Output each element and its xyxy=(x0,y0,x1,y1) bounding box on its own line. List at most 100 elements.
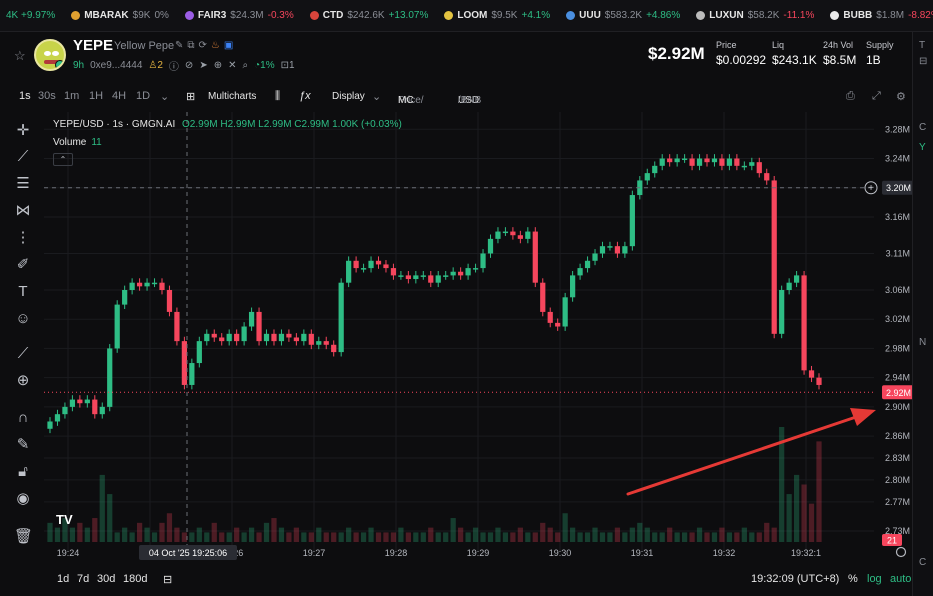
crosshair-price-label: 3.20M xyxy=(886,183,911,193)
volume-bar xyxy=(517,527,523,542)
contract-address[interactable]: 0xe9...4444 xyxy=(90,60,142,71)
fib-icon[interactable]: ⋮ xyxy=(14,229,32,247)
telegram-icon[interactable]: ➤ xyxy=(199,60,207,71)
ticker-item[interactable]: BUBB$1.8M-8.82% xyxy=(824,10,933,21)
candle-body xyxy=(540,282,546,312)
zoom-icon[interactable]: ⊕ xyxy=(14,372,32,390)
ruler-icon[interactable]: ⟋ xyxy=(14,345,32,363)
lock-drawings-icon[interactable]: ✎ xyxy=(14,436,32,454)
volume-bar xyxy=(234,527,240,542)
brush-icon[interactable]: ✐ xyxy=(14,256,32,274)
volume-bar xyxy=(607,532,613,542)
price-stat: Price $0.00292 xyxy=(716,40,767,67)
copy-icon[interactable]: ⧉ xyxy=(187,40,194,51)
date-range-icon[interactable]: ⊟ xyxy=(163,573,172,586)
ticker-mc: $583.2K xyxy=(604,10,643,21)
interval-1m[interactable]: 1m xyxy=(64,90,79,102)
ticker-item[interactable]: 4K +9.97% xyxy=(0,10,65,21)
multicharts-button[interactable]: Multicharts xyxy=(208,91,256,102)
interval-1s[interactable]: 1s xyxy=(19,90,31,102)
range-30d[interactable]: 30d xyxy=(97,573,115,585)
volume-bar xyxy=(368,527,374,542)
price-chart[interactable]: 3.28M 3.24M 3.20M 3.16M 3.11M 3.06M 3.02M 2.98M… xyxy=(44,112,919,572)
fullscreen-icon[interactable]: ⤢ xyxy=(872,90,881,103)
ticker-item[interactable]: CTD $242.6K +13.07% xyxy=(304,10,439,21)
magnet-icon[interactable]: ∩ xyxy=(14,409,32,427)
volume-bar xyxy=(734,532,740,542)
candle-body xyxy=(577,268,583,276)
ticker-item[interactable]: UUU $583.2K +4.86% xyxy=(560,10,690,21)
percent-toggle[interactable]: % xyxy=(848,573,858,585)
candle-body xyxy=(779,290,785,334)
right-panel-letter: C xyxy=(919,122,927,133)
screenshot-icon[interactable]: ⎙ xyxy=(846,90,855,103)
search-icon[interactable]: ⌕ xyxy=(242,60,248,71)
candle-body xyxy=(771,180,777,334)
range-1d[interactable]: 1d xyxy=(57,573,69,585)
interval-30s[interactable]: 30s xyxy=(38,90,56,102)
text-icon[interactable]: T xyxy=(14,283,32,301)
x-tick-label: 19:31 xyxy=(631,548,654,558)
volume-bar xyxy=(151,532,158,542)
candle-body xyxy=(629,195,635,247)
pattern-icon[interactable]: ⋈ xyxy=(14,202,32,220)
interval-1h[interactable]: 1H xyxy=(89,90,103,102)
candle-body xyxy=(734,158,740,166)
interval-dropdown-icon[interactable]: ⌄ xyxy=(160,90,169,103)
display-dropdown[interactable]: Display xyxy=(332,91,365,102)
visibility-eye-icon[interactable]: ◉ xyxy=(14,490,32,508)
favorite-star-icon[interactable]: ☆ xyxy=(14,48,26,64)
trash-icon[interactable]: 🗑︎ xyxy=(14,528,33,546)
legend-symbol: YEPE/USD · 1s · GMGN.AI xyxy=(53,119,176,130)
ticker-item[interactable]: LUXUN $58.2K -11.1% xyxy=(690,10,824,21)
candle-body xyxy=(234,333,240,342)
volume-bar xyxy=(644,527,650,542)
volume-bar xyxy=(219,532,225,542)
edit-icon[interactable]: ✎ xyxy=(175,40,183,51)
x-tick-label: 19:30 xyxy=(549,548,572,558)
range-7d[interactable]: 7d xyxy=(77,573,89,585)
share-icon[interactable]: ⟳ xyxy=(199,40,207,51)
volume-bar xyxy=(525,532,531,542)
emoji-icon[interactable]: ☺ xyxy=(14,310,32,328)
interval-1d[interactable]: 1D xyxy=(136,90,150,102)
interval-4h[interactable]: 4H xyxy=(112,90,126,102)
x-tick-label: 19:24 xyxy=(57,548,80,558)
warning-icon[interactable]: ⓘ xyxy=(169,58,179,73)
panel-toggle-icon[interactable]: ⊟ xyxy=(919,56,927,67)
add-chart-icon[interactable]: ⊞ xyxy=(186,90,195,103)
token-avatar-icon xyxy=(830,11,840,20)
ticker-item[interactable]: FAIR3 $24.3M -0.3% xyxy=(179,10,304,21)
trendline-icon[interactable]: ⟋ xyxy=(14,148,32,166)
log-toggle[interactable]: log xyxy=(867,573,882,585)
candle-body xyxy=(622,246,628,254)
volume-bar xyxy=(771,527,777,542)
indicators-icon[interactable]: ƒx xyxy=(299,90,311,102)
website-icon[interactable]: ⊕ xyxy=(214,60,222,71)
candle-body xyxy=(211,333,217,338)
token-avatar-icon xyxy=(184,11,194,20)
volume-bar xyxy=(346,527,352,542)
volume-bar xyxy=(637,522,643,542)
horizontal-lines-icon[interactable]: ☰ xyxy=(14,175,32,193)
unlock-icon[interactable]: 🔓︎ xyxy=(14,463,32,481)
volume-bar xyxy=(286,532,292,542)
candle-type-icon[interactable]: ⫼ xyxy=(275,90,280,103)
candle-body xyxy=(502,231,509,234)
crosshair-icon[interactable]: ✛ xyxy=(14,122,32,140)
candlestick-chart-svg[interactable]: 3.28M 3.24M 3.20M 3.16M 3.11M 3.06M 3.02M 2.98M… xyxy=(44,112,919,572)
settings-gear-icon[interactable]: ⚙ xyxy=(896,90,906,103)
candle-body xyxy=(241,326,247,342)
auto-toggle[interactable]: auto xyxy=(890,573,911,585)
lock-icon[interactable]: ⊘ xyxy=(185,60,193,71)
tradingview-logo[interactable]: TV xyxy=(56,512,78,528)
candle-body xyxy=(122,290,128,305)
candle-body xyxy=(166,290,173,312)
range-180d[interactable]: 180d xyxy=(123,573,147,585)
twitter-icon[interactable]: ✕ xyxy=(228,60,236,71)
clock-time[interactable]: 19:32:09 (UTC+8) xyxy=(751,573,839,585)
ticker-item[interactable]: LOOM $9.5K +4.1% xyxy=(438,10,560,21)
chain-badge-icon xyxy=(55,60,64,69)
collapse-legend-button[interactable]: ⌃ xyxy=(53,153,73,166)
ticker-item[interactable]: MBARAK $9K 0% xyxy=(65,10,179,21)
